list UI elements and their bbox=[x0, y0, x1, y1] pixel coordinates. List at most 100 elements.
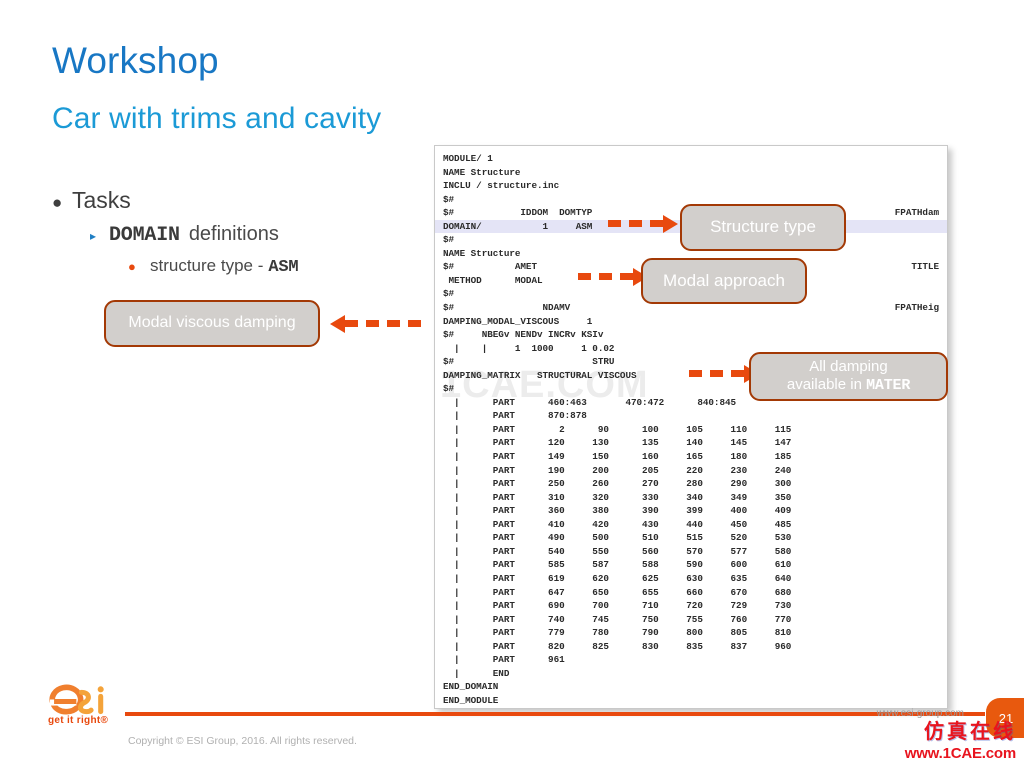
code-line: NAME Structure bbox=[435, 166, 947, 180]
page-subtitle: Car with trims and cavity bbox=[52, 102, 382, 135]
code-line-text: $# NDAMV bbox=[443, 302, 571, 314]
code-line: INCLU / structure.inc bbox=[435, 179, 947, 193]
code-line: | PART 149 150 160 165 180 185 bbox=[435, 450, 947, 464]
code-line: | PART 961 bbox=[435, 653, 947, 667]
code-line: | PART 410 420 430 440 450 485 bbox=[435, 518, 947, 532]
code-line: | PART 540 550 560 570 577 580 bbox=[435, 545, 947, 559]
code-line: | PART 820 825 830 835 837 960 bbox=[435, 640, 947, 654]
code-line-right-label: FPATHeig bbox=[894, 302, 939, 314]
code-line-text: | PART 870:878 bbox=[443, 410, 587, 422]
code-line-text: | PART 585 587 588 590 600 610 bbox=[443, 559, 792, 571]
code-line-text: END_DOMAIN bbox=[443, 681, 499, 693]
code-line-text: INCLU / structure.inc bbox=[443, 180, 560, 192]
page-title: Workshop bbox=[52, 40, 219, 81]
code-line-text: | PART 647 650 655 660 670 680 bbox=[443, 586, 792, 598]
bullet-level1-label: Tasks bbox=[72, 187, 131, 213]
code-line: | PART 120 130 135 140 145 147 bbox=[435, 436, 947, 450]
code-line: | PART 690 700 710 720 729 730 bbox=[435, 599, 947, 613]
code-line-text: | PART 690 700 710 720 729 730 bbox=[443, 600, 792, 612]
code-line: | PART 490 500 510 515 520 530 bbox=[435, 531, 947, 545]
logo-tagline: get it right® bbox=[48, 715, 109, 726]
code-line-text: | PART 149 150 160 165 180 185 bbox=[443, 451, 792, 463]
bullet-level1-tasks: ● Tasks bbox=[52, 185, 432, 216]
callout-all-damping: All damping available in MATER bbox=[749, 352, 948, 401]
callout-modal-approach-label: Modal approach bbox=[663, 270, 785, 290]
arrow-to-structure-type bbox=[608, 214, 678, 233]
code-line-text: | PART 540 550 560 570 577 580 bbox=[443, 545, 792, 557]
code-line-text: | PART 410 420 430 440 450 485 bbox=[443, 518, 792, 530]
code-line-right-label: TITLE bbox=[911, 261, 939, 273]
code-line: END_DOMAIN bbox=[435, 680, 947, 694]
watermark-chinese: 仿真在线 bbox=[924, 721, 1016, 743]
code-line-text: DAMPING_MATRIX STRUCTURAL VISCOUS bbox=[443, 369, 637, 381]
code-line-text: NAME Structure bbox=[443, 166, 521, 178]
esi-group-url: www.esi-group.com bbox=[876, 708, 964, 719]
triangle-right-icon: ▸ bbox=[90, 229, 97, 244]
bullet-level3-label: structure type - bbox=[150, 256, 264, 276]
bullet-level3-structure-type: ● structure type - ASM bbox=[128, 255, 432, 280]
slide-root: Workshop Car with trims and cavity ● Tas… bbox=[0, 0, 1024, 768]
task-bullet-list: ● Tasks ▸ DOMAIN definitions ● structure… bbox=[52, 185, 432, 280]
callout-structure-type: Structure type bbox=[680, 204, 846, 251]
code-line: | PART 250 260 270 280 290 300 bbox=[435, 477, 947, 491]
bullet-level3-code: ASM bbox=[268, 258, 299, 278]
code-line-text: | PART 961 bbox=[443, 654, 565, 666]
code-line-text: DOMAIN/ 1 ASM bbox=[443, 220, 593, 232]
callout-modal-viscous-label: Modal viscous damping bbox=[128, 314, 296, 332]
code-line: | PART 310 320 330 340 349 350 bbox=[435, 491, 947, 505]
code-line-text: | PART 2 90 100 105 110 115 bbox=[443, 423, 792, 435]
code-line: | PART 870:878 bbox=[435, 409, 947, 423]
code-line-text: $# IDDOM DOMTYP bbox=[443, 207, 593, 219]
arrow-to-modal-approach bbox=[578, 267, 648, 286]
code-line-text: | PART 360 380 390 399 400 409 bbox=[443, 505, 792, 517]
bullet-level2-label: definitions bbox=[188, 223, 279, 246]
code-line-text: $# bbox=[443, 288, 455, 300]
code-line: END_MODULE bbox=[435, 694, 947, 708]
callout-structure-type-label: Structure type bbox=[710, 217, 816, 237]
code-line-text: | PART 490 500 510 515 520 530 bbox=[443, 532, 792, 544]
code-line-text: | PART 120 130 135 140 145 147 bbox=[443, 437, 792, 449]
code-line-text: $# STRU bbox=[443, 356, 615, 368]
code-line: | PART 360 380 390 399 400 409 bbox=[435, 504, 947, 518]
arrow-to-modal-viscous-damping bbox=[330, 314, 421, 333]
code-line: DAMPING_MODAL_VISCOUS 1 bbox=[435, 315, 947, 329]
code-line-text: | | 1 1000 1 0.02 bbox=[443, 342, 615, 354]
code-line: | END bbox=[435, 667, 947, 681]
code-line: | PART 619 620 625 630 635 640 bbox=[435, 572, 947, 586]
copyright-text: Copyright © ESI Group, 2016. All rights … bbox=[128, 735, 357, 747]
code-line-text: | PART 460:463 470:472 840:845 bbox=[443, 396, 737, 408]
code-line-text: | PART 740 745 750 755 760 770 bbox=[443, 613, 792, 625]
code-line: | PART 740 745 750 755 760 770 bbox=[435, 613, 947, 627]
callout-modal-approach: Modal approach bbox=[641, 258, 807, 304]
code-line: | PART 2 90 100 105 110 115 bbox=[435, 423, 947, 437]
code-line: | PART 190 200 205 220 230 240 bbox=[435, 464, 947, 478]
code-line-text: $# bbox=[443, 193, 455, 205]
callout-all-damping-line2: available in bbox=[786, 376, 862, 393]
code-line: | PART 647 650 655 660 670 680 bbox=[435, 586, 947, 600]
code-line-text: $# NBEGv NENDv INCRv KSIv bbox=[443, 329, 604, 341]
code-line-text: NAME Structure bbox=[443, 247, 521, 259]
code-line: | PART 585 587 588 590 600 610 bbox=[435, 558, 947, 572]
code-line-text: | PART 190 200 205 220 230 240 bbox=[443, 464, 792, 476]
code-line-text: | PART 310 320 330 340 349 350 bbox=[443, 491, 792, 503]
code-line: $# NBEGv NENDv INCRv KSIv bbox=[435, 328, 947, 342]
code-line-text: $# bbox=[443, 234, 455, 246]
footer-divider bbox=[125, 712, 985, 716]
callout-all-damping-label: All damping available in MATER bbox=[787, 358, 910, 394]
bullet-level2-code: DOMAIN bbox=[109, 224, 180, 248]
bullet-dot-orange-icon: ● bbox=[128, 259, 136, 275]
code-line-text: | PART 820 825 830 835 837 960 bbox=[443, 640, 792, 652]
code-line-text: | END bbox=[443, 667, 510, 679]
code-line-text: DAMPING_MODAL_VISCOUS 1 bbox=[443, 315, 593, 327]
code-line: MODULE/ 1 bbox=[435, 152, 947, 166]
code-line-text: | PART 250 260 270 280 290 300 bbox=[443, 478, 792, 490]
bullet-dot-icon: ● bbox=[52, 193, 63, 212]
code-line-text: END_MODULE bbox=[443, 694, 499, 706]
callout-all-damping-line1: All damping bbox=[809, 358, 888, 376]
code-line-right-label: FPATHdam bbox=[894, 207, 939, 219]
code-line-text: MODULE/ 1 bbox=[443, 153, 493, 164]
callout-modal-viscous-damping: Modal viscous damping bbox=[104, 300, 320, 347]
bullet-level2-domain: ▸ DOMAIN definitions bbox=[90, 221, 432, 249]
code-line: | PART 779 780 790 800 805 810 bbox=[435, 626, 947, 640]
callout-all-damping-code: MATER bbox=[866, 377, 911, 394]
